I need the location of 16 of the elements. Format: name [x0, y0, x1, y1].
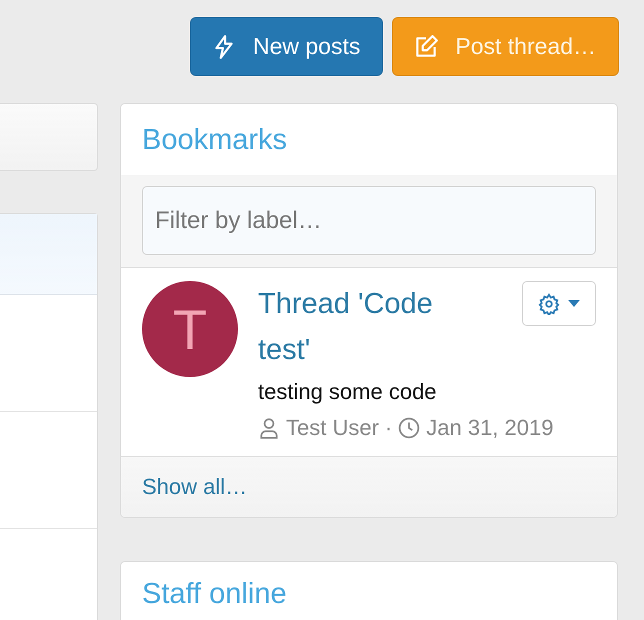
user-icon [258, 417, 280, 439]
snippet-text: testing some code [258, 379, 438, 405]
show-all-link[interactable]: Show all… [142, 473, 248, 501]
card-title: Staff online [141, 577, 288, 612]
settings-icon [538, 292, 560, 314]
caret-icon [568, 300, 580, 307]
post-date: Jan 31, 2019 [426, 415, 554, 441]
filter-field[interactable]: Filter by label… [142, 186, 596, 255]
settings-dropdown-button[interactable] [522, 281, 596, 326]
author-name[interactable]: Test User [286, 415, 379, 441]
thread-title-link[interactable]: Thread 'Code test' [258, 281, 488, 373]
clock-icon [398, 417, 420, 439]
new-posts-button[interactable]: New posts [190, 17, 384, 76]
avatar[interactable]: T [142, 281, 238, 377]
separator-dot: · [384, 415, 392, 441]
card-title: Bookmarks [141, 123, 288, 158]
